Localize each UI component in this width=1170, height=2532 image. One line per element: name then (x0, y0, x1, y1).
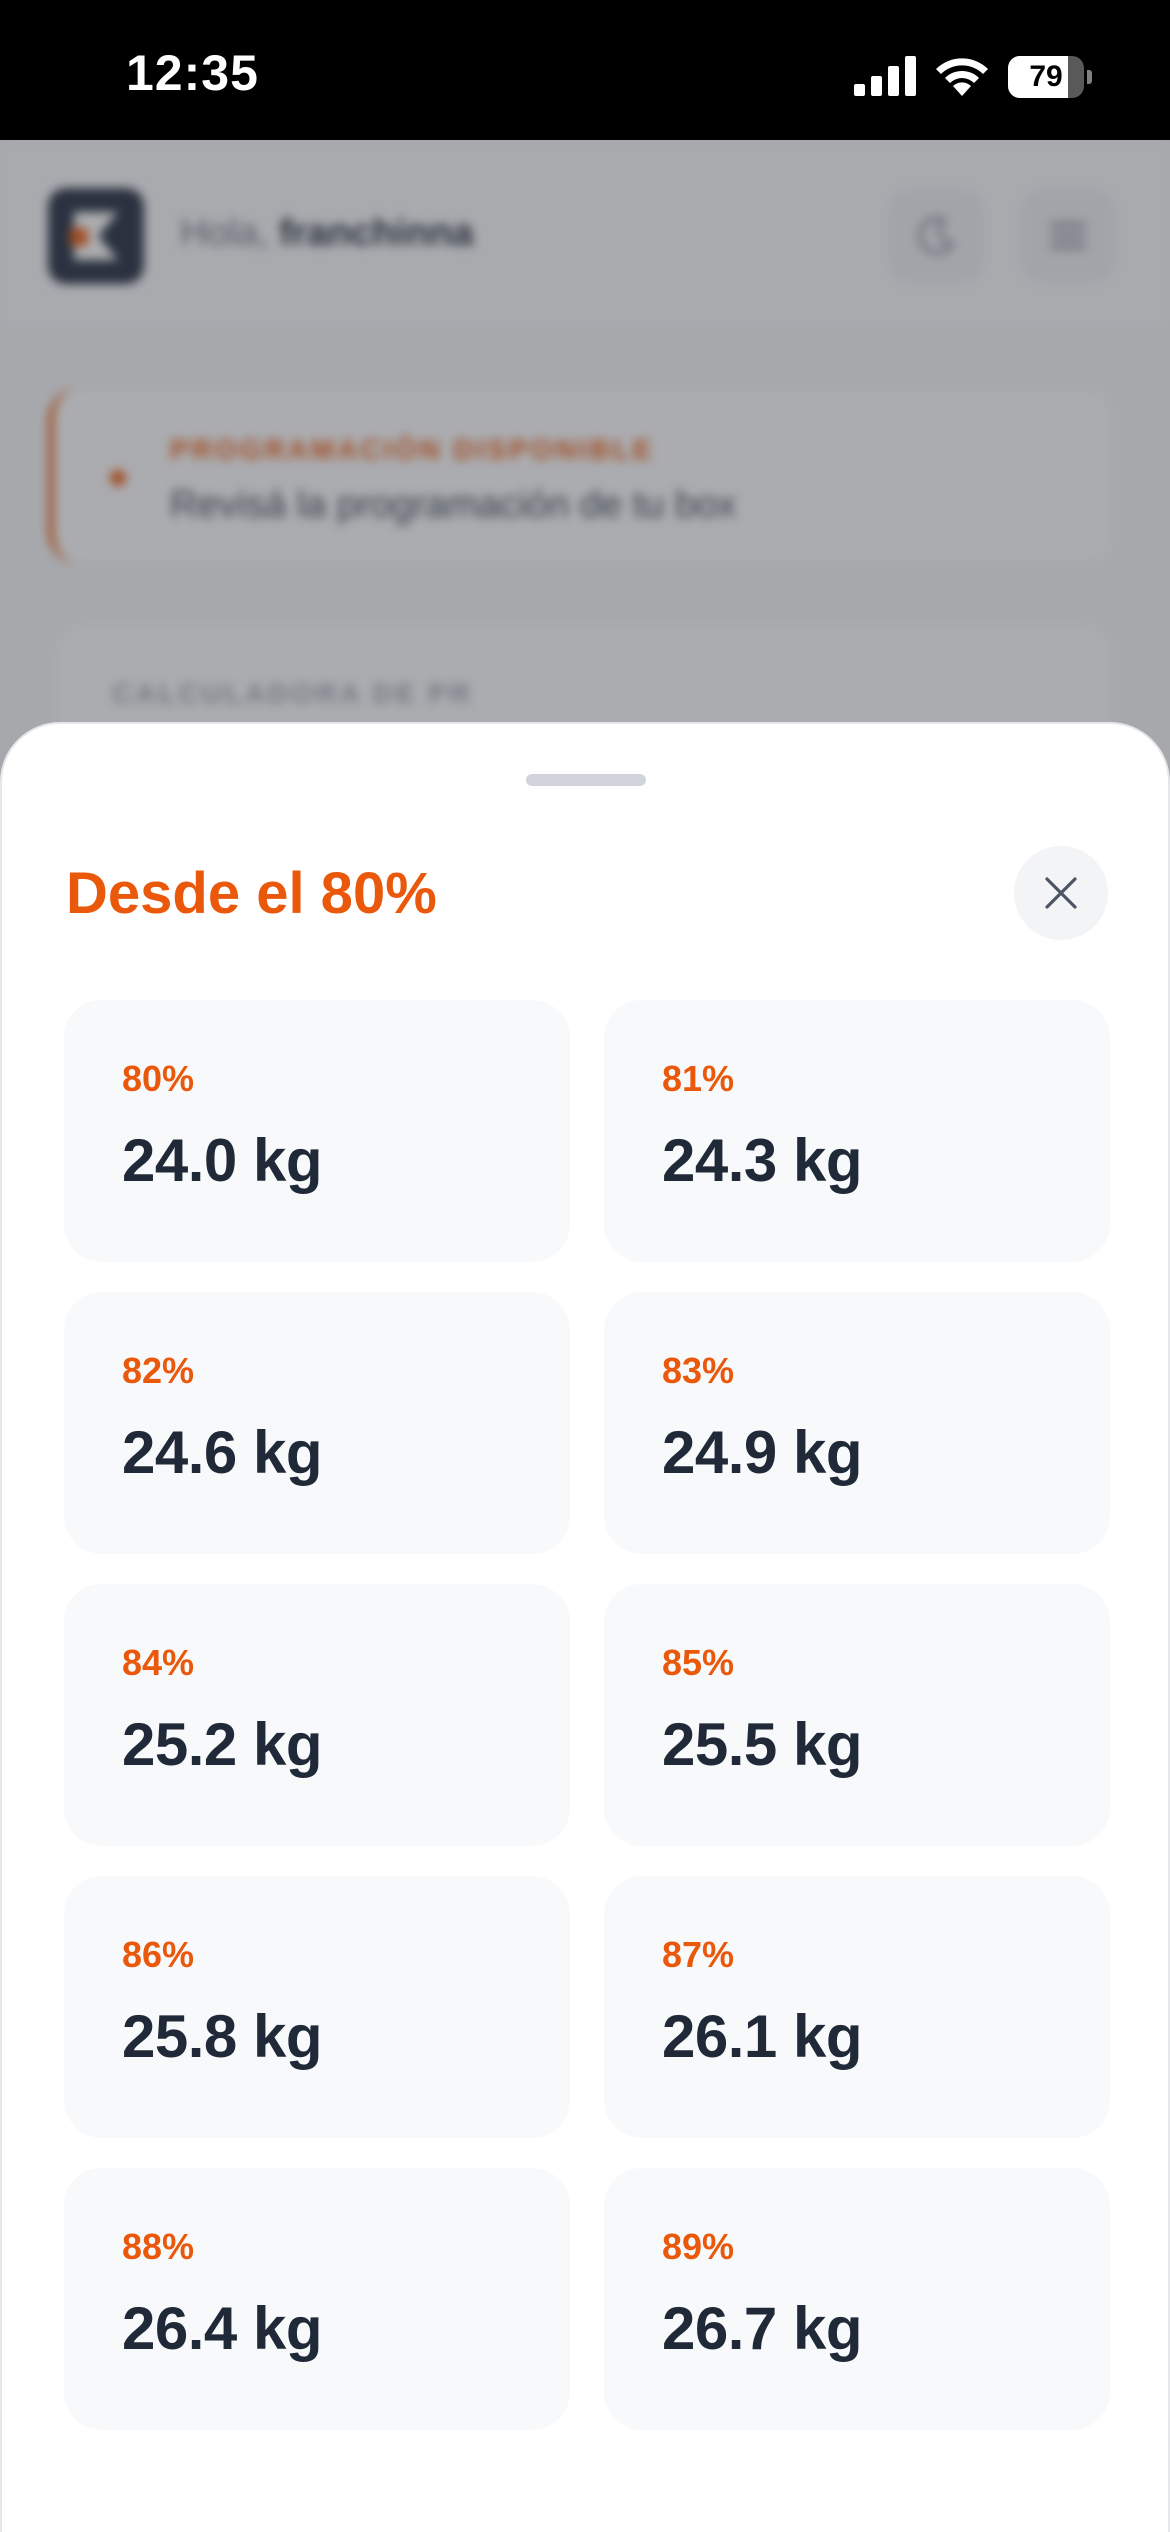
weight-value: 24.3 kg (662, 1127, 862, 1194)
close-icon (1045, 877, 1077, 909)
weight-value: 24.9 kg (662, 1419, 862, 1486)
percentage-card[interactable]: 86% 25.8 kg (64, 1876, 570, 2138)
close-button[interactable] (1014, 846, 1108, 940)
status-bar: 12:35 79 (0, 0, 1170, 140)
weight-value: 25.8 kg (122, 2003, 322, 2070)
percentage-label: 81% (662, 1058, 735, 1099)
percentage-label: 85% (662, 1642, 735, 1683)
status-time: 12:35 (126, 45, 259, 101)
percentage-label: 89% (662, 2226, 735, 2267)
weight-value: 26.4 kg (122, 2295, 322, 2362)
percentage-label: 83% (662, 1350, 735, 1391)
weight-value: 25.5 kg (662, 1711, 862, 1778)
percentage-label: 80% (122, 1058, 195, 1099)
weight-value: 26.7 kg (662, 2295, 862, 2362)
weight-value: 24.6 kg (122, 1419, 322, 1486)
percentage-label: 84% (122, 1642, 195, 1683)
sheet-title: Desde el 80% (66, 861, 437, 926)
percentage-card[interactable]: 84% 25.2 kg (64, 1584, 570, 1846)
percentage-label: 82% (122, 1350, 195, 1391)
percentage-card[interactable]: 81% 24.3 kg (604, 1000, 1110, 1262)
percentage-card[interactable]: 80% 24.0 kg (64, 1000, 570, 1262)
percentage-label: 88% (122, 2226, 195, 2267)
signal-icon (854, 56, 916, 96)
percentage-label: 86% (122, 1934, 195, 1975)
percentage-label: 87% (662, 1934, 735, 1975)
percentage-card[interactable]: 87% 26.1 kg (604, 1876, 1110, 2138)
percentage-grid: 80% 24.0 kg 81% 24.3 kg 82% 24.6 kg 83% 24.9 kg… (64, 1000, 1110, 2430)
percentage-card[interactable]: 89% 26.7 kg (604, 2168, 1110, 2430)
weight-value: 25.2 kg (122, 1711, 322, 1778)
percentage-card[interactable]: 83% 24.9 kg (604, 1292, 1110, 1554)
battery-icon: 79 (1008, 56, 1092, 98)
percentages-sheet: Desde el 80% 80% 24.0 kg 81% 24.3 kg 82% 24.6… (0, 722, 1170, 2532)
percentage-card[interactable]: 88% 26.4 kg (64, 2168, 570, 2430)
wifi-icon (936, 58, 988, 96)
percentage-card[interactable]: 82% 24.6 kg (64, 1292, 570, 1554)
weight-value: 26.1 kg (662, 2003, 862, 2070)
screen: 12:35 79 Hola, franchinna PROGRAMACIÓN D… (0, 0, 1170, 2532)
weight-value: 24.0 kg (122, 1127, 322, 1194)
percentage-card[interactable]: 85% 25.5 kg (604, 1584, 1110, 1846)
sheet-drag-handle[interactable] (526, 774, 646, 786)
battery-level: 79 (1029, 60, 1063, 93)
